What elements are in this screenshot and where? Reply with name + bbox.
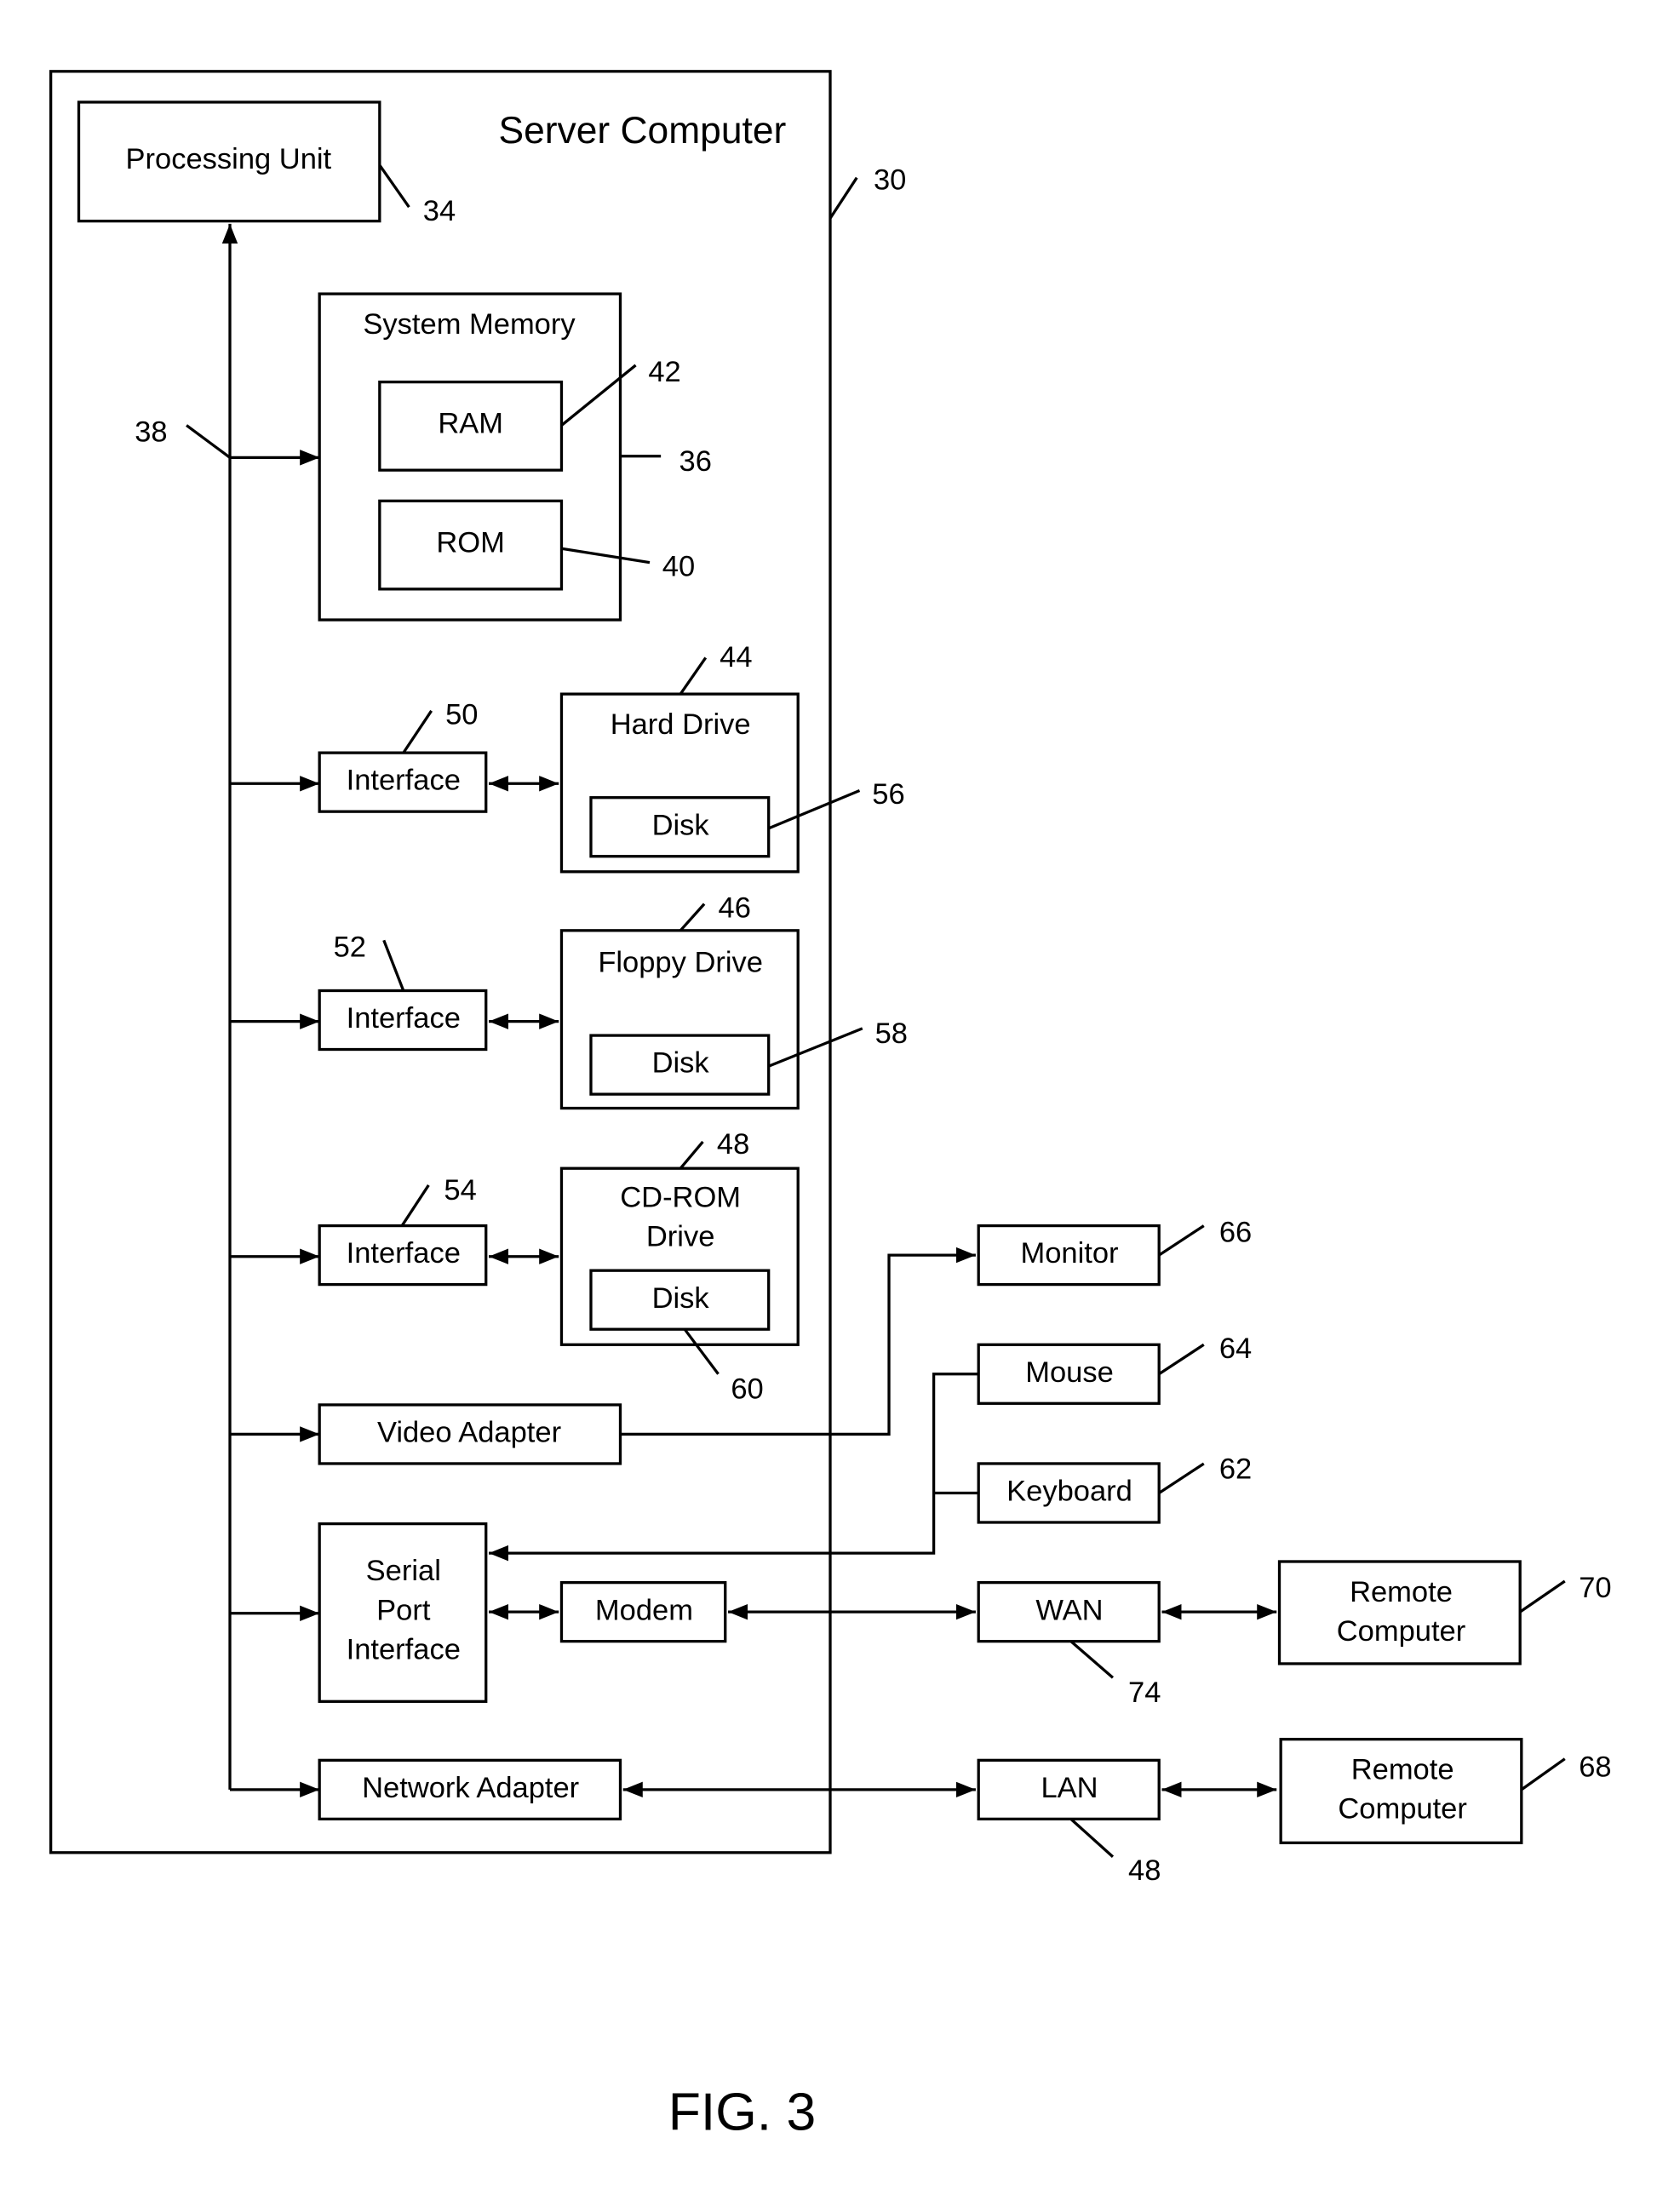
network-adapter-block: Network Adapter bbox=[318, 1758, 622, 1821]
interface-fd-label: Interface bbox=[347, 1002, 461, 1035]
ref-48-cdrom: 48 bbox=[717, 1128, 749, 1161]
interface-hd-label: Interface bbox=[347, 765, 461, 797]
leader-line-68 bbox=[1520, 1757, 1566, 1791]
cdrom-disk-label: Disk bbox=[652, 1282, 710, 1315]
ref-58: 58 bbox=[875, 1017, 908, 1050]
cdrom-label-line1: CD-ROM bbox=[620, 1181, 741, 1213]
system-memory-label: System Memory bbox=[363, 308, 576, 341]
floppy-drive-label: Floppy Drive bbox=[598, 946, 763, 978]
remote-computer-wan-line2: Computer bbox=[1337, 1615, 1465, 1648]
mouse-label: Mouse bbox=[1025, 1356, 1114, 1389]
serial-port-label-line3: Interface bbox=[347, 1633, 461, 1665]
mouse-block: Mouse 64 bbox=[977, 1333, 1252, 1405]
ref-70: 70 bbox=[1579, 1572, 1611, 1604]
ref-52: 52 bbox=[334, 931, 366, 963]
keyboard-label: Keyboard bbox=[1006, 1476, 1132, 1508]
ref-46: 46 bbox=[719, 891, 751, 924]
ref-62: 62 bbox=[1219, 1453, 1252, 1485]
hard-drive-disk-label: Disk bbox=[652, 809, 710, 841]
keyboard-block: Keyboard 62 bbox=[977, 1453, 1252, 1524]
server-computer-title: Server Computer bbox=[499, 110, 787, 152]
remote-computer-lan-line1: Remote bbox=[1351, 1754, 1454, 1786]
modem-block: Modem bbox=[559, 1580, 727, 1643]
network-adapter-label: Network Adapter bbox=[362, 1772, 579, 1804]
remote-computer-wan-block: Remote Computer 70 bbox=[1277, 1560, 1612, 1665]
leader-line-30 bbox=[829, 176, 858, 220]
ref-60: 60 bbox=[731, 1373, 763, 1406]
wan-label: WAN bbox=[1035, 1594, 1103, 1626]
video-adapter-label: Video Adapter bbox=[377, 1417, 561, 1449]
serial-port-label-line2: Port bbox=[376, 1594, 431, 1626]
wan-block: WAN 74 bbox=[977, 1580, 1161, 1709]
monitor-label: Monitor bbox=[1020, 1237, 1118, 1270]
ref-50: 50 bbox=[445, 699, 478, 731]
leader-line-74 bbox=[1069, 1640, 1115, 1679]
ref-48-lan: 48 bbox=[1128, 1854, 1161, 1887]
cdrom-label-line2: Drive bbox=[646, 1220, 715, 1252]
block-diagram: Server Computer 30 Processing Unit 34 38… bbox=[49, 70, 1612, 2141]
rom-label: ROM bbox=[436, 526, 505, 559]
interface-cd-label: Interface bbox=[347, 1237, 461, 1270]
ref-30: 30 bbox=[874, 164, 906, 197]
remote-computer-lan-block: Remote Computer 68 bbox=[1279, 1738, 1612, 1844]
leader-line-64 bbox=[1158, 1343, 1205, 1376]
leader-line-48-lan bbox=[1069, 1818, 1115, 1858]
lan-label: LAN bbox=[1041, 1772, 1098, 1804]
serial-port-label-line1: Serial bbox=[366, 1555, 441, 1587]
ref-36: 36 bbox=[679, 445, 712, 478]
monitor-block: Monitor 66 bbox=[977, 1217, 1252, 1287]
ref-66: 66 bbox=[1219, 1217, 1252, 1249]
ref-54: 54 bbox=[444, 1174, 476, 1207]
ref-44: 44 bbox=[720, 641, 752, 673]
remote-computer-lan-line2: Computer bbox=[1338, 1793, 1466, 1826]
ref-64: 64 bbox=[1219, 1333, 1252, 1365]
ram-label: RAM bbox=[438, 408, 503, 440]
hard-drive-label: Hard Drive bbox=[611, 708, 751, 741]
ref-34: 34 bbox=[423, 195, 456, 227]
serial-port-interface-block: Serial Port Interface bbox=[318, 1522, 488, 1703]
leader-line-62 bbox=[1158, 1462, 1205, 1494]
ref-42: 42 bbox=[648, 356, 680, 388]
modem-label: Modem bbox=[595, 1594, 693, 1626]
figure-caption: FIG. 3 bbox=[668, 2082, 816, 2141]
ref-40: 40 bbox=[662, 550, 695, 582]
remote-computer-wan-line1: Remote bbox=[1350, 1576, 1453, 1608]
floppy-drive-disk-label: Disk bbox=[652, 1047, 710, 1080]
video-adapter-block: Video Adapter bbox=[318, 1403, 622, 1465]
ref-56: 56 bbox=[872, 778, 904, 811]
lan-block: LAN 48 bbox=[977, 1758, 1161, 1887]
processing-unit-label: Processing Unit bbox=[126, 143, 332, 175]
ref-74: 74 bbox=[1128, 1677, 1161, 1709]
ref-38: 38 bbox=[135, 416, 167, 449]
leader-line-70 bbox=[1519, 1579, 1566, 1613]
leader-line-66 bbox=[1158, 1224, 1205, 1257]
ref-68: 68 bbox=[1579, 1751, 1611, 1783]
